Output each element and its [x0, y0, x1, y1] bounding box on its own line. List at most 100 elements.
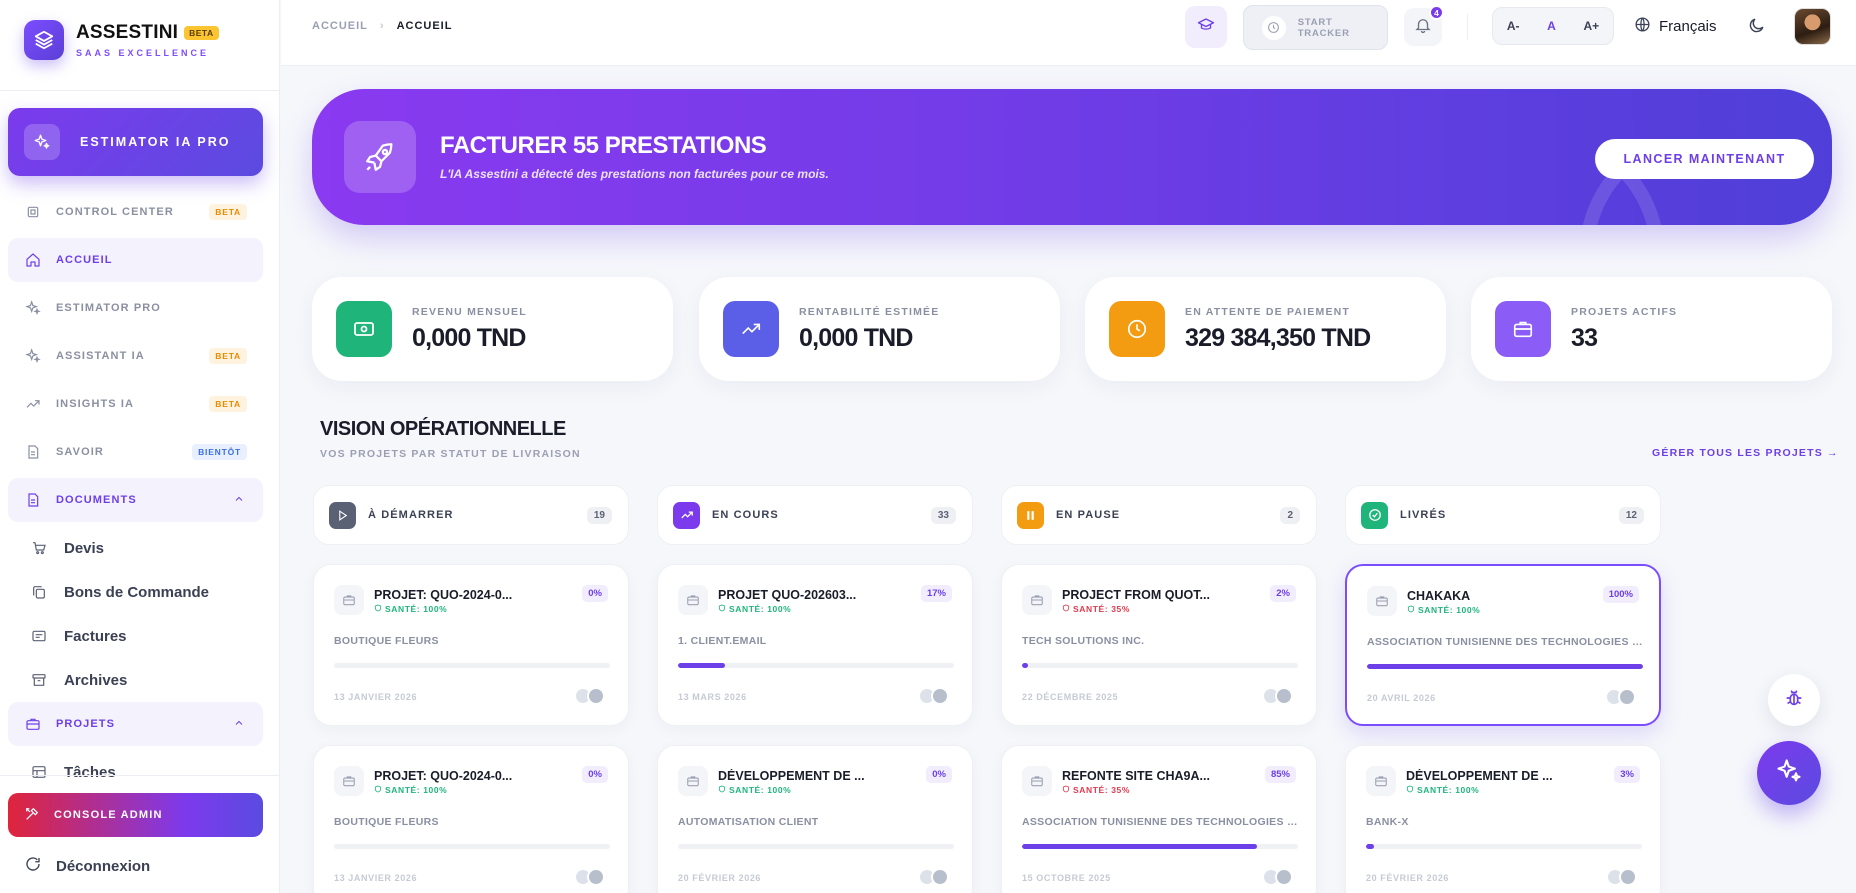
academy-button[interactable]: [1185, 6, 1227, 48]
sidebar-item-accueil[interactable]: ACCUEIL: [8, 238, 263, 282]
project-health: SANTÉ: 100%: [374, 785, 447, 795]
sidebar-divider: [0, 90, 280, 91]
bug-icon: [1783, 687, 1805, 714]
project-client: 1. CLIENT.EMAIL: [678, 635, 767, 647]
console-admin-label: CONSOLE ADMIN: [54, 809, 163, 821]
sidebar-subitem-bons-de-commande[interactable]: Bons de Commande: [8, 570, 263, 614]
start-tracker-button[interactable]: START TRACKER: [1243, 5, 1388, 50]
book-icon: [24, 443, 42, 461]
beta-badge: BETA: [209, 396, 247, 412]
project-title: PROJET: QUO-2024-0...: [374, 769, 513, 783]
stat-value: 329 384,350 TND: [1185, 324, 1371, 352]
sparkle-icon: [24, 347, 42, 365]
avatar: [1618, 688, 1636, 706]
sidebar-item-estimator-pro[interactable]: ESTIMATOR PRO: [8, 286, 263, 330]
banknote-icon: [336, 301, 392, 357]
project-progress-bar: [334, 663, 610, 668]
sidebar: ASSESTINI BETA SAAS EXCELLENCE ESTIMATOR…: [0, 0, 280, 893]
sidebar-subitem-label: Factures: [64, 627, 127, 645]
moon-icon: [1747, 18, 1766, 39]
sidebar-item-label: DOCUMENTS: [56, 494, 137, 506]
notifications-button[interactable]: 4: [1404, 5, 1444, 46]
column-header-paused[interactable]: EN PAUSE 2: [1001, 485, 1317, 545]
rocket-icon: [344, 121, 416, 193]
project-title: PROJET QUO-202603...: [718, 588, 857, 602]
project-client: BANK-X: [1366, 816, 1409, 828]
project-progress-badge: 17%: [920, 585, 952, 602]
stat-value: 0,000 TND: [412, 324, 526, 352]
dark-mode-toggle[interactable]: [1747, 16, 1766, 40]
project-card[interactable]: REFONTE SITE CHA9A... SANTÉ: 35% 85% ASSOCI…: [1001, 745, 1317, 893]
project-card[interactable]: PROJET: QUO-2024-0... SANTÉ: 100% 0% BOUTIQ…: [313, 564, 629, 726]
column-count: 2: [1280, 506, 1300, 524]
column-label: EN PAUSE: [1056, 509, 1121, 521]
estimator-ia-pro-button[interactable]: ESTIMATOR IA PRO: [8, 108, 263, 176]
project-progress-bar: [678, 844, 954, 849]
language-selector[interactable]: Français: [1634, 16, 1717, 37]
font-default-button[interactable]: A: [1547, 19, 1556, 33]
project-health-label: SANTÉ: 100%: [1417, 785, 1480, 795]
chevron-up-icon: [233, 493, 245, 508]
sidebar-subitem-devis[interactable]: Devis: [8, 526, 263, 570]
sidebar-item-label: ACCUEIL: [56, 254, 113, 266]
font-decrease-button[interactable]: A-: [1507, 19, 1520, 33]
user-avatar[interactable]: [1794, 8, 1831, 45]
sidebar-item-insights-ia[interactable]: INSIGHTS IA BETA: [8, 382, 263, 426]
stat-value: 33: [1571, 324, 1598, 352]
project-card[interactable]: DÉVELOPPEMENT DE ... SANTÉ: 100% 3% BANK-X 2…: [1345, 745, 1661, 893]
brand-tagline: SAAS EXCELLENCE: [76, 48, 210, 58]
brand[interactable]: ASSESTINI BETA SAAS EXCELLENCE: [24, 20, 219, 60]
project-progress-bar: [334, 844, 610, 849]
briefcase-icon: [1495, 301, 1551, 357]
launch-now-button[interactable]: LANCER MAINTENANT: [1595, 139, 1814, 179]
trend-icon: [24, 395, 42, 413]
breadcrumb-root[interactable]: ACCUEIL: [312, 20, 368, 32]
tools-icon: [24, 806, 40, 825]
project-progress-fill: [1022, 663, 1028, 668]
stat-label: REVENU MENSUEL: [412, 306, 527, 318]
shield-icon: [374, 604, 382, 614]
bug-report-button[interactable]: [1768, 674, 1820, 726]
project-card[interactable]: PROJECT FROM QUOT... SANTÉ: 35% 2% TECH SOL…: [1001, 564, 1317, 726]
briefcase-icon: [678, 766, 708, 796]
sidebar-subitem-label: Devis: [64, 539, 105, 557]
sidebar-item-projets[interactable]: PROJETS: [8, 702, 263, 746]
project-health: SANTÉ: 100%: [718, 604, 791, 614]
sparkle-icon: [24, 299, 42, 317]
play-icon: [329, 501, 356, 529]
column-header-to-start[interactable]: À DÉMARRER 19: [313, 485, 629, 545]
sidebar-item-documents[interactable]: DOCUMENTS: [8, 478, 263, 522]
ai-assistant-button[interactable]: [1757, 741, 1821, 805]
brand-name: ASSESTINI: [76, 22, 179, 43]
project-date: 13 JANVIER 2026: [334, 873, 418, 883]
project-date: 15 OCTOBRE 2025: [1022, 873, 1111, 883]
project-card[interactable]: DÉVELOPPEMENT DE ... SANTÉ: 100% 0% AUTOMAT…: [657, 745, 973, 893]
project-card[interactable]: PROJET: QUO-2024-0... SANTÉ: 100% 0% BOUTIQ…: [313, 745, 629, 893]
project-card[interactable]: PROJET QUO-202603... SANTÉ: 100% 17% 1. CLI…: [657, 564, 973, 726]
notification-count-badge: 4: [1429, 5, 1444, 20]
sidebar-subitem-factures[interactable]: Factures: [8, 614, 263, 658]
sidebar-subitem-archives[interactable]: Archives: [8, 658, 263, 702]
sidebar-item-control-center[interactable]: CONTROL CENTER BETA: [8, 190, 263, 234]
project-progress-bar: [1022, 844, 1298, 849]
project-card[interactable]: CHAKAKA SANTÉ: 100% 100% ASSOCIATION TUNISI…: [1345, 564, 1661, 726]
project-team-avatars: [1605, 688, 1639, 706]
font-increase-button[interactable]: A+: [1583, 19, 1599, 33]
avatar: [931, 868, 949, 886]
sidebar-item-savoir[interactable]: SAVOIR BIENTÔT: [8, 430, 263, 474]
project-date: 20 AVRIL 2026: [1367, 693, 1436, 703]
column-header-in-progress[interactable]: EN COURS 33: [657, 485, 973, 545]
manage-all-projects-link[interactable]: GÉRER TOUS LES PROJETS →: [1652, 447, 1839, 459]
stat-value: 0,000 TND: [799, 324, 913, 352]
column-header-delivered[interactable]: LIVRÉS 12: [1345, 485, 1661, 545]
stat-label: EN ATTENTE DE PAIEMENT: [1185, 306, 1351, 318]
banner-title: FACTURER 55 PRESTATIONS: [440, 132, 767, 159]
sidebar-item-label: ASSISTANT IA: [56, 350, 145, 362]
project-progress-badge: 0%: [582, 766, 608, 783]
project-progress-badge: 3%: [1614, 766, 1640, 783]
sidebar-item-assistant-ia[interactable]: ASSISTANT IA BETA: [8, 334, 263, 378]
column-label: LIVRÉS: [1400, 509, 1447, 521]
console-admin-button[interactable]: CONSOLE ADMIN: [8, 793, 263, 837]
logout-button[interactable]: Déconnexion: [24, 855, 150, 877]
document-icon: [24, 491, 42, 509]
